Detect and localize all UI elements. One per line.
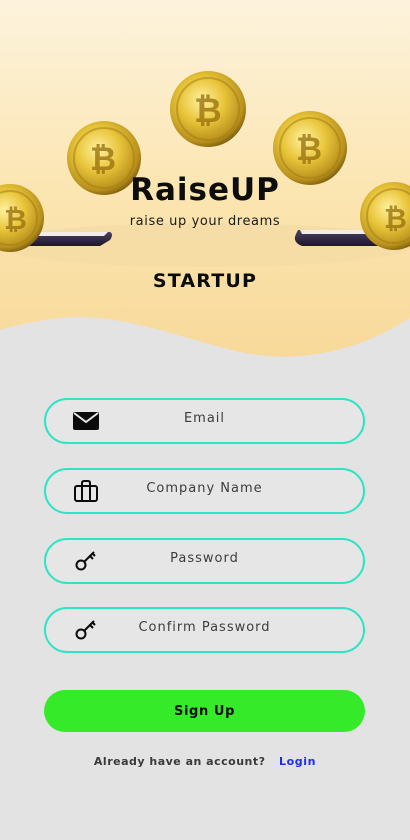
password-field[interactable]: Password — [44, 538, 365, 584]
confirm-password-field-label: Confirm Password — [138, 620, 271, 635]
sign-up-button[interactable]: Sign Up — [44, 690, 365, 732]
login-link[interactable]: Login — [279, 755, 316, 768]
confirm-password-field[interactable]: Confirm Password — [44, 607, 365, 653]
account-type-heading: STARTUP — [152, 270, 258, 292]
password-field-label: Password — [170, 551, 239, 566]
hero-banner: ₿ ₿ ₿ ₿ ₿ RaiseUP raise up your dreams S… — [0, 0, 410, 370]
company-name-field-label: Company Name — [146, 481, 263, 496]
email-field-label: Email — [183, 411, 226, 426]
svg-text:₿: ₿ — [194, 91, 222, 131]
bitcoin-coin-icon: ₿ — [170, 71, 246, 147]
company-name-field[interactable]: Company Name — [44, 468, 365, 514]
svg-text:₿: ₿ — [296, 130, 322, 168]
app-tagline: raise up your dreams — [129, 214, 281, 229]
email-field[interactable]: Email — [44, 398, 365, 444]
login-prompt: Already have an account? Login — [0, 755, 410, 768]
login-prompt-text: Already have an account? — [93, 755, 266, 768]
app-title: RaiseUP — [130, 172, 280, 208]
